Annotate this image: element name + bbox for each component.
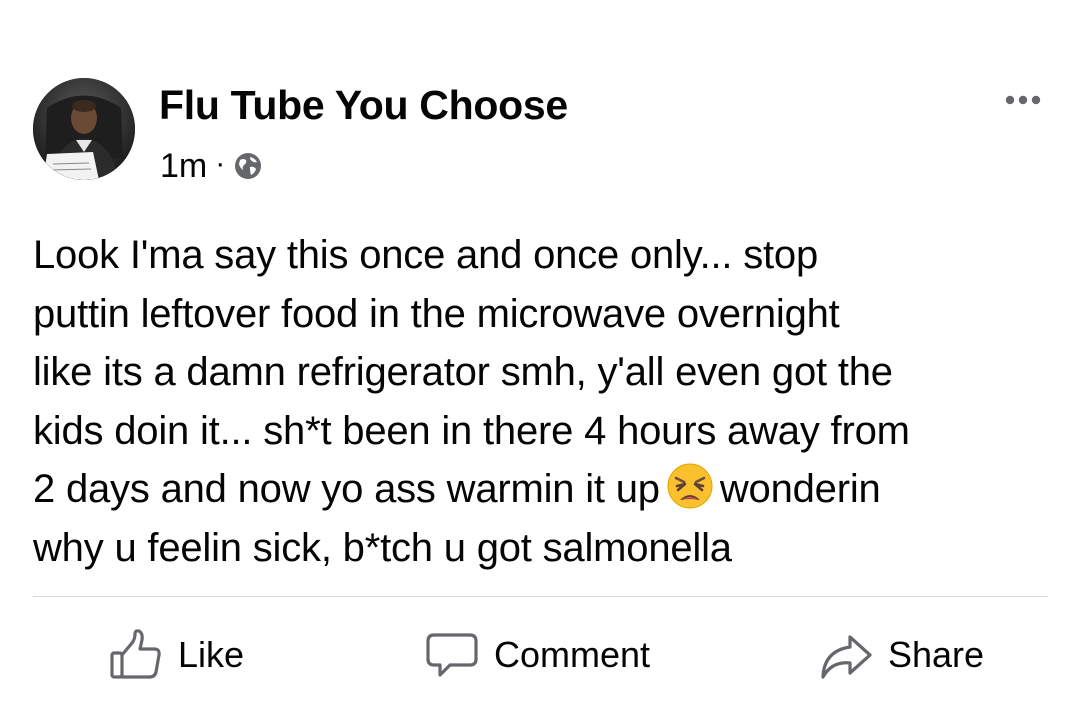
comment-label: Comment bbox=[494, 634, 651, 675]
share-arrow-icon bbox=[821, 635, 872, 679]
actions-divider bbox=[33, 596, 1048, 597]
like-button[interactable]: Like bbox=[108, 620, 244, 690]
share-label: Share bbox=[888, 634, 985, 675]
like-label: Like bbox=[178, 634, 245, 675]
comment-button[interactable]: Comment bbox=[424, 620, 650, 690]
post-timestamp[interactable]: 1m bbox=[160, 147, 207, 186]
post-meta: 1m · bbox=[160, 146, 263, 186]
post-actions-bar: Like Comment Share bbox=[0, 620, 1080, 690]
thumbs-up-icon bbox=[110, 629, 161, 679]
globe-icon[interactable] bbox=[233, 151, 263, 181]
post-header: Flu Tube You Choose 1m · bbox=[33, 78, 1053, 185]
share-button[interactable]: Share bbox=[818, 620, 984, 690]
post-card: Flu Tube You Choose 1m · Look I'ma say t… bbox=[0, 0, 1080, 711]
meta-separator: · bbox=[215, 147, 226, 180]
comment-bubble-icon bbox=[426, 633, 478, 677]
avatar-image bbox=[33, 78, 135, 180]
author-name[interactable]: Flu Tube You Choose bbox=[159, 82, 568, 129]
more-options-button[interactable] bbox=[993, 84, 1053, 114]
weary-face-emoji bbox=[666, 462, 714, 510]
avatar[interactable] bbox=[33, 78, 135, 180]
post-body: Look I'ma say this once and once only...… bbox=[33, 226, 1053, 577]
more-options-icon bbox=[1005, 95, 1041, 105]
